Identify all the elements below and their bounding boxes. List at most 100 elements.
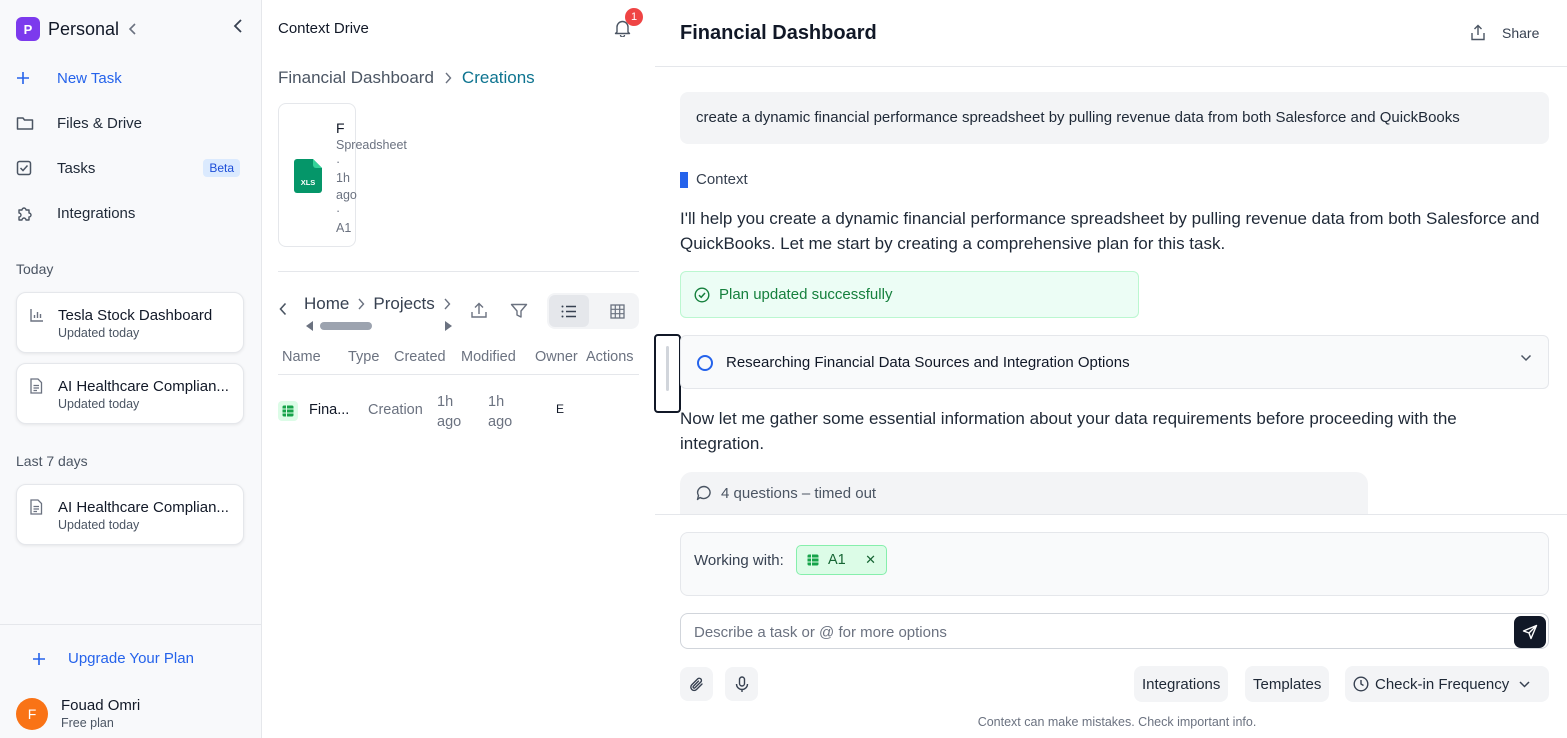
chevron-right-icon <box>444 72 452 84</box>
list-view-icon[interactable] <box>549 295 589 327</box>
column-type[interactable]: Type <box>348 349 379 365</box>
column-created[interactable]: Created <box>394 349 446 365</box>
clock-icon <box>1353 676 1369 692</box>
column-owner[interactable]: Owner <box>535 349 578 365</box>
filter-icon[interactable] <box>510 303 528 319</box>
working-context: Working with: A1 ✕ <box>680 532 1549 596</box>
scroll-right-icon[interactable] <box>445 321 452 331</box>
share-button[interactable]: Share <box>1502 25 1539 41</box>
last-7-days-section-label: Last 7 days <box>16 453 88 469</box>
file-meta: Spreadsheet · 1h ago · A1 <box>336 137 407 236</box>
upload-icon[interactable] <box>470 302 488 319</box>
row-owner: E <box>556 402 565 416</box>
breadcrumb-current[interactable]: Creations <box>462 68 535 88</box>
plan-step[interactable]: Researching Financial Data Sources and I… <box>680 335 1549 389</box>
user-profile[interactable]: F Fouad Omri Free plan <box>16 697 140 730</box>
back-chevron-icon[interactable] <box>279 302 287 316</box>
document-icon <box>29 378 43 394</box>
path-home[interactable]: Home <box>304 294 349 314</box>
user-plan: Free plan <box>61 716 114 730</box>
chevron-down-icon <box>1519 680 1530 688</box>
task-card-tesla[interactable]: Tesla Stock Dashboard Updated today <box>16 292 244 353</box>
assistant-label: Context <box>680 171 748 188</box>
file-meta-line: ago <box>336 187 357 202</box>
task-title: AI Healthcare Complian... <box>58 378 229 395</box>
check-in-frequency-select[interactable]: Check-in Frequency <box>1345 666 1549 702</box>
check-circle-icon <box>694 286 710 303</box>
user-message: create a dynamic financial performance s… <box>680 92 1549 144</box>
assistant-name: Context <box>696 171 748 188</box>
upgrade-plan-label: Upgrade Your Plan <box>68 650 194 667</box>
workspace-name: Personal <box>48 18 120 39</box>
folder-icon <box>16 115 40 131</box>
path-scrollbar[interactable] <box>306 319 452 333</box>
message-composer <box>680 613 1549 649</box>
share-icon[interactable] <box>1470 24 1486 41</box>
remove-chip-icon[interactable]: ✕ <box>865 552 876 568</box>
workspace-switcher[interactable]: P Personal <box>16 16 246 42</box>
sidebar-item-files-drive[interactable]: Files & Drive <box>16 109 246 137</box>
file-name: F <box>336 120 345 136</box>
chevron-down-icon[interactable] <box>1520 354 1532 362</box>
voice-button[interactable] <box>725 667 758 701</box>
sidebar: P Personal New Task Files & Drive Tasks … <box>0 0 262 738</box>
assistant-message: I'll help you create a dynamic financial… <box>680 209 1540 253</box>
tasks-label: Tasks <box>57 159 96 177</box>
row-created: 1h ago <box>437 394 462 430</box>
task-title: AI Healthcare Complian... <box>58 499 229 516</box>
sidebar-item-integrations[interactable]: Integrations <box>16 199 246 227</box>
file-meta-line: · <box>336 204 341 218</box>
column-modified[interactable]: Modified <box>461 349 516 365</box>
beta-badge: Beta <box>203 159 240 177</box>
checkbox-icon <box>16 160 40 176</box>
new-task-label: New Task <box>57 69 122 87</box>
sidebar-item-tasks[interactable]: Tasks Beta <box>16 154 246 182</box>
plan-status-text: Plan updated successfully <box>719 286 893 303</box>
files-drive-label: Files & Drive <box>57 114 143 132</box>
table-header: Name Type Created Modified Owner Actions <box>278 342 639 375</box>
breadcrumb-parent[interactable]: Financial Dashboard <box>278 68 434 88</box>
integrations-button[interactable]: Integrations <box>1134 666 1229 702</box>
table-row[interactable]: Fina... Creation 1h ago 1h ago E <box>278 388 639 434</box>
templates-button-label: Templates <box>1253 675 1322 693</box>
drive-title: Context Drive <box>278 20 369 37</box>
upgrade-plan-button[interactable]: Upgrade Your Plan <box>32 650 194 667</box>
path-projects[interactable]: Projects <box>373 294 434 314</box>
context-logo-icon <box>680 171 688 188</box>
integrations-button-label: Integrations <box>1142 675 1221 693</box>
document-icon <box>29 499 43 515</box>
scrollbar-thumb[interactable] <box>320 322 372 330</box>
file-card[interactable]: XLS F Spreadsheet · 1h ago · A1 <box>278 103 407 247</box>
workspace-avatar: P <box>16 17 40 41</box>
chevron-right-icon <box>443 298 451 310</box>
context-chip-label: A1 <box>828 552 846 568</box>
task-input[interactable] <box>694 622 1494 642</box>
attach-button[interactable] <box>680 667 713 701</box>
chat-panel: Financial Dashboard Share create a dynam… <box>655 0 1567 738</box>
row-modified: 1h ago <box>488 394 513 430</box>
grid-view-icon[interactable] <box>601 295 633 327</box>
file-meta-line: A1 <box>336 220 352 235</box>
new-task-button[interactable]: New Task <box>16 64 246 92</box>
chart-icon <box>29 307 45 323</box>
spreadsheet-icon <box>278 401 298 421</box>
view-toggle <box>547 293 639 329</box>
plan-step-label: Researching Financial Data Sources and I… <box>726 354 1130 371</box>
plus-icon <box>16 71 40 85</box>
puzzle-icon <box>16 205 40 222</box>
context-chip[interactable]: A1 ✕ <box>796 545 887 575</box>
scroll-left-icon[interactable] <box>306 321 313 331</box>
questions-card[interactable]: 4 questions – timed out <box>680 472 1368 514</box>
page-title: Financial Dashboard <box>680 22 877 44</box>
templates-button[interactable]: Templates <box>1245 666 1330 702</box>
assistant-message: Now let me gather some essential informa… <box>680 409 1457 453</box>
svg-text:XLS: XLS <box>301 178 316 187</box>
spreadsheet-file-icon: XLS <box>294 159 322 193</box>
task-card-ai-healthcare-older[interactable]: AI Healthcare Complian... Updated today <box>16 484 244 545</box>
row-file-type: Creation <box>368 402 423 418</box>
task-title: Tesla Stock Dashboard <box>58 307 213 324</box>
task-card-ai-healthcare[interactable]: AI Healthcare Complian... Updated today <box>16 363 244 424</box>
column-name[interactable]: Name <box>282 349 321 365</box>
send-button[interactable] <box>1514 616 1546 648</box>
collapse-sidebar-icon[interactable] <box>232 18 246 34</box>
